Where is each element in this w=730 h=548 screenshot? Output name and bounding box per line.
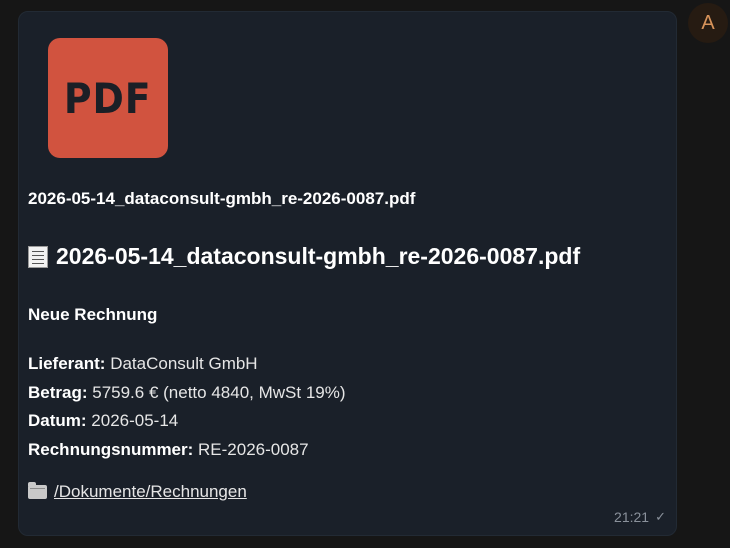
attachment-filename[interactable]: 2026-05-14_dataconsult-gmbh_re-2026-0087… xyxy=(28,189,415,209)
pdf-thumb-label: PDF xyxy=(64,73,152,123)
field-label: Datum: xyxy=(28,411,87,430)
document-title: 2026-05-14_dataconsult-gmbh_re-2026-0087… xyxy=(28,243,580,270)
avatar[interactable]: A xyxy=(688,3,728,43)
folder-icon xyxy=(28,482,47,499)
field-lieferant: Lieferant: DataConsult GmbH xyxy=(28,350,346,379)
time-text: 21:21 xyxy=(614,509,650,525)
field-label: Rechnungsnummer: xyxy=(28,439,194,459)
field-label: Lieferant: xyxy=(28,354,106,373)
avatar-initial: A xyxy=(701,11,715,34)
field-label: Betrag: xyxy=(28,382,88,402)
message-timestamp: 21:21 ✓ xyxy=(614,509,666,525)
folder-link[interactable]: /Dokumente/Rechnungen xyxy=(54,482,247,502)
document-title-text: 2026-05-14_dataconsult-gmbh_re-2026-0087… xyxy=(56,243,581,269)
message-heading: Neue Rechnung xyxy=(28,305,158,324)
folder-link-row: /Dokumente/Rechnungen xyxy=(28,482,247,502)
message-bubble: PDF 2026-05-14_dataconsult-gmbh_re-2026-… xyxy=(18,11,677,536)
field-value: RE-2026-0087 xyxy=(193,439,309,459)
check-icon: ✓ xyxy=(655,509,666,524)
field-value: DataConsult GmbH xyxy=(105,354,258,373)
field-betrag: Betrag: 5759.6 € (netto 4840, MwSt 19%) xyxy=(28,379,346,408)
field-rechnungsnummer: Rechnungsnummer: RE-2026-0087 xyxy=(28,436,346,465)
receipt-icon xyxy=(28,245,48,268)
field-value: 2026-05-14 xyxy=(86,411,179,430)
field-value: 5759.6 € (netto 4840, MwSt 19%) xyxy=(87,382,346,402)
pdf-attachment-thumbnail[interactable]: PDF xyxy=(48,38,168,158)
invoice-fields: Lieferant: DataConsult GmbH Betrag: 5759… xyxy=(28,350,346,464)
field-datum: Datum: 2026-05-14 xyxy=(28,407,346,436)
